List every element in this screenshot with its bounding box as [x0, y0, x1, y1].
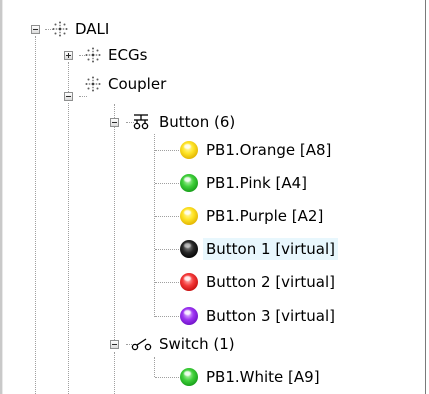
- collapse-toggle-dali[interactable]: [31, 25, 40, 34]
- tree-node-coupler[interactable]: Coupler: [85, 73, 168, 95]
- tree-node-button-group[interactable]: Button (6): [131, 111, 237, 133]
- yellow-status-ball-icon: [180, 141, 198, 159]
- tree-node-device[interactable]: PB1.Purple [A2]: [180, 205, 325, 227]
- tree-line: [155, 183, 179, 184]
- tree-line: [114, 104, 115, 344]
- green-status-ball-icon: [180, 368, 198, 386]
- tree-line: [154, 134, 155, 317]
- tree-node-device[interactable]: Button 3 [virtual]: [180, 305, 337, 327]
- expand-toggle-ecgs[interactable]: [64, 51, 73, 60]
- tree-node-label: PB1.Purple [A2]: [206, 207, 324, 225]
- tree-node-label: Switch (1): [159, 335, 235, 353]
- tree-node-switch-group[interactable]: Switch (1): [131, 333, 237, 355]
- tree-node-label: DALI: [75, 20, 110, 38]
- tree-line: [68, 62, 69, 96]
- tree-node-label: Button 2 [virtual]: [206, 273, 335, 291]
- tree-node-device[interactable]: PB1.Orange [A8]: [180, 139, 333, 161]
- pushbutton-icon: [131, 113, 151, 131]
- tree-line: [35, 36, 36, 394]
- tree-node-device[interactable]: Button 2 [virtual]: [180, 271, 337, 293]
- tree-node-label: Coupler: [108, 75, 167, 93]
- tree-node-label: PB1.Orange [A8]: [206, 141, 332, 159]
- yellow-status-ball-icon: [180, 207, 198, 225]
- dali-bus-icon: [85, 76, 101, 92]
- tree-line: [79, 96, 87, 97]
- tree-node-device-selected[interactable]: Button 1 [virtual]: [180, 238, 338, 260]
- tree-line: [68, 103, 69, 394]
- tree-node-label: Button (6): [159, 113, 236, 131]
- collapse-toggle-switch-group[interactable]: [110, 340, 119, 349]
- tree-line: [155, 282, 179, 283]
- tree-node-label: Button 3 [virtual]: [206, 307, 335, 325]
- tree-line: [155, 216, 179, 217]
- green-status-ball-icon: [180, 174, 198, 192]
- tree-node-label: ECGs: [108, 46, 148, 64]
- tree-line: [154, 357, 155, 377]
- tree-line: [155, 150, 179, 151]
- tree-node-label: Button 1 [virtual]: [203, 238, 338, 260]
- tree-line: [114, 352, 115, 394]
- collapse-toggle-coupler[interactable]: [64, 92, 73, 101]
- tree-border-right: [425, 0, 426, 394]
- tree-node-device[interactable]: PB1.Pink [A4]: [180, 172, 309, 194]
- switch-icon: [131, 335, 152, 353]
- dali-bus-icon: [52, 21, 68, 37]
- tree-node-label: PB1.White [A9]: [206, 368, 320, 386]
- tree-node-ecgs[interactable]: ECGs: [85, 44, 149, 66]
- tree-line: [155, 377, 179, 378]
- tree-node-device[interactable]: PB1.White [A9]: [180, 366, 322, 388]
- tree-node-dali[interactable]: DALI: [52, 18, 111, 40]
- purple-status-ball-icon: [180, 307, 198, 325]
- collapse-toggle-button-group[interactable]: [110, 118, 119, 127]
- tree-node-label: PB1.Pink [A4]: [206, 174, 308, 192]
- red-status-ball-icon: [180, 273, 198, 291]
- tree-border-left-inner: [2, 0, 3, 394]
- tree-line: [155, 316, 179, 317]
- black-status-ball-icon: [180, 240, 198, 258]
- dali-bus-icon: [85, 47, 101, 63]
- tree-line: [155, 249, 179, 250]
